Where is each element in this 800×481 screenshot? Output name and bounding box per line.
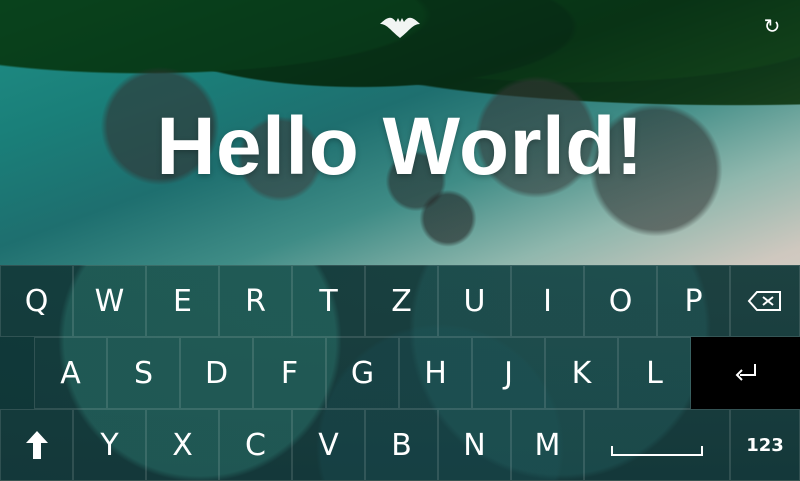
key-w[interactable]: W	[73, 265, 146, 337]
key-j[interactable]: J	[472, 337, 545, 409]
key-m[interactable]: M	[511, 409, 584, 481]
on-screen-keyboard: Q W E R T Z U I O P A S D F G H J K L Y …	[0, 265, 800, 481]
keyboard-row-1: Q W E R T Z U I O P	[0, 265, 800, 337]
key-r[interactable]: R	[219, 265, 292, 337]
key-e[interactable]: E	[146, 265, 219, 337]
key-i[interactable]: I	[511, 265, 584, 337]
backspace-button[interactable]	[730, 265, 800, 337]
refresh-icon[interactable]: ↻	[758, 12, 786, 40]
keyboard-row-2: A S D F G H J K L	[0, 337, 800, 409]
key-h[interactable]: H	[399, 337, 472, 409]
backspace-icon	[747, 290, 783, 312]
key-l[interactable]: L	[618, 337, 691, 409]
key-b[interactable]: B	[365, 409, 438, 481]
keyboard-row-3: Y X C V B N M 123	[0, 409, 800, 481]
numbers-toggle-button[interactable]: 123	[730, 409, 800, 481]
key-p[interactable]: P	[657, 265, 730, 337]
key-u[interactable]: U	[438, 265, 511, 337]
key-f[interactable]: F	[253, 337, 326, 409]
enter-button[interactable]	[691, 337, 800, 409]
space-icon	[611, 446, 703, 456]
key-s[interactable]: S	[107, 337, 180, 409]
key-k[interactable]: K	[545, 337, 618, 409]
key-d[interactable]: D	[180, 337, 253, 409]
key-t[interactable]: T	[292, 265, 365, 337]
key-c[interactable]: C	[219, 409, 292, 481]
key-a[interactable]: A	[34, 337, 107, 409]
enter-icon	[733, 361, 759, 385]
key-o[interactable]: O	[584, 265, 657, 337]
key-g[interactable]: G	[326, 337, 399, 409]
key-q[interactable]: Q	[0, 265, 73, 337]
key-y[interactable]: Y	[73, 409, 146, 481]
key-x[interactable]: X	[146, 409, 219, 481]
key-v[interactable]: V	[292, 409, 365, 481]
shift-button[interactable]	[0, 409, 73, 481]
bat-icon	[378, 6, 422, 42]
shift-icon	[24, 429, 50, 461]
hero-text: Hello World!	[156, 101, 644, 192]
space-button[interactable]	[584, 409, 730, 481]
key-n[interactable]: N	[438, 409, 511, 481]
key-z[interactable]: Z	[365, 265, 438, 337]
